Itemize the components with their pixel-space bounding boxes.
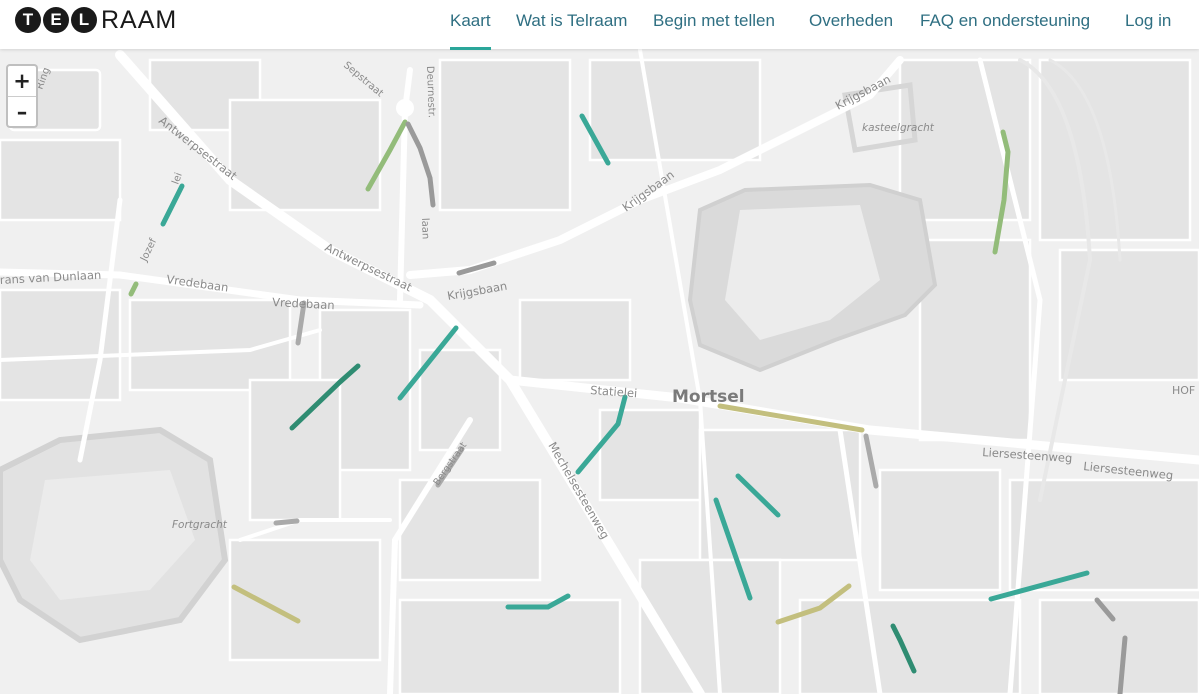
nav-link-log-in[interactable]: Log in xyxy=(1125,11,1171,31)
street-map[interactable]: Mortsel Antwerpsestraat Antwerpsestraat … xyxy=(0,49,1199,694)
nav-link-wat-is-telraam[interactable]: Wat is Telraam xyxy=(516,11,627,31)
nav-link-faq[interactable]: FAQ en ondersteuning xyxy=(920,11,1090,31)
nav-link-overheden[interactable]: Overheden xyxy=(809,11,893,31)
roundabout xyxy=(396,99,414,117)
zoom-out-button[interactable]: – xyxy=(8,96,36,127)
zoom-control: + – xyxy=(6,64,38,128)
label-laan: laan xyxy=(419,218,431,240)
nav-link-kaart[interactable]: Kaart xyxy=(450,11,491,50)
label-hof: HOF xyxy=(1172,384,1195,397)
logo-letter-l: L xyxy=(71,7,97,33)
top-navbar: T E L RAAM Kaart Wat is Telraam Begin me… xyxy=(0,0,1199,50)
label-deurnestraat: Deurnestr. xyxy=(424,66,437,118)
zoom-in-button[interactable]: + xyxy=(8,66,36,96)
logo-letter-e: E xyxy=(43,7,69,33)
label-city: Mortsel xyxy=(672,387,745,407)
label-kasteelgracht: kasteelgracht xyxy=(862,122,935,134)
logo-letter-t: T xyxy=(15,7,41,33)
nav-link-begin-met-tellen[interactable]: Begin met tellen xyxy=(653,11,775,31)
segment-grey[interactable] xyxy=(273,518,300,526)
label-fortgracht: Fortgracht xyxy=(172,519,228,531)
logo-text-rest: RAAM xyxy=(101,5,178,34)
telraam-logo[interactable]: T E L RAAM xyxy=(15,6,177,34)
